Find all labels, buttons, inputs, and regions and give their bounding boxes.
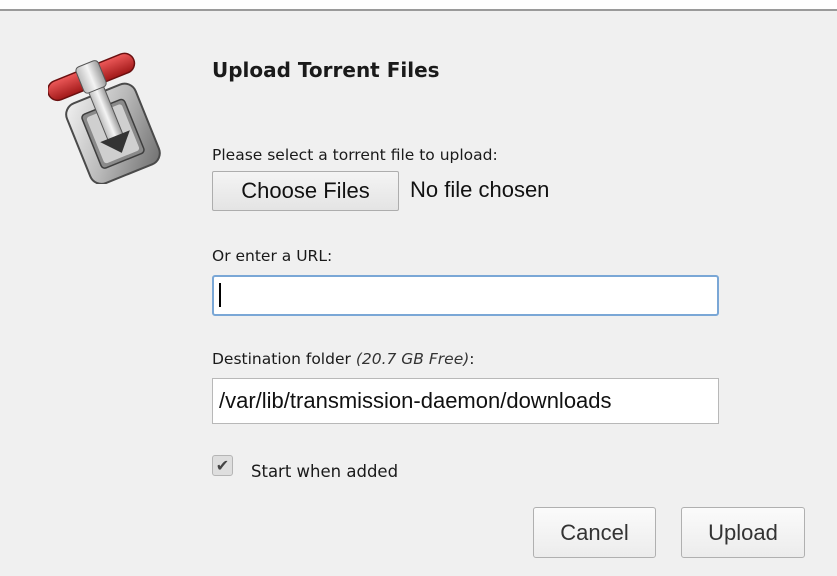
destination-label-colon: : (469, 350, 475, 368)
destination-folder-input[interactable] (212, 378, 719, 424)
destination-label-text: Destination folder (212, 350, 351, 368)
window-top-border (0, 0, 837, 11)
file-upload-label: Please select a torrent file to upload: (212, 146, 498, 164)
file-status-text: No file chosen (410, 177, 550, 202)
transmission-logo-icon (46, 48, 176, 185)
dialog-title: Upload Torrent Files (212, 58, 440, 82)
free-space-text: (20.7 GB Free) (355, 350, 470, 368)
text-cursor (219, 283, 221, 307)
start-when-added-checkbox[interactable]: ✔ (212, 455, 233, 476)
upload-button[interactable]: Upload (681, 507, 805, 558)
url-label: Or enter a URL: (212, 247, 333, 265)
url-input[interactable] (212, 275, 719, 316)
checkmark-icon: ✔ (215, 455, 230, 475)
start-when-added-label: Start when added (251, 462, 399, 481)
choose-files-button[interactable]: Choose Files (212, 171, 399, 211)
destination-label: Destination folder (20.7 GB Free): (212, 350, 475, 368)
cancel-button[interactable]: Cancel (533, 507, 656, 558)
